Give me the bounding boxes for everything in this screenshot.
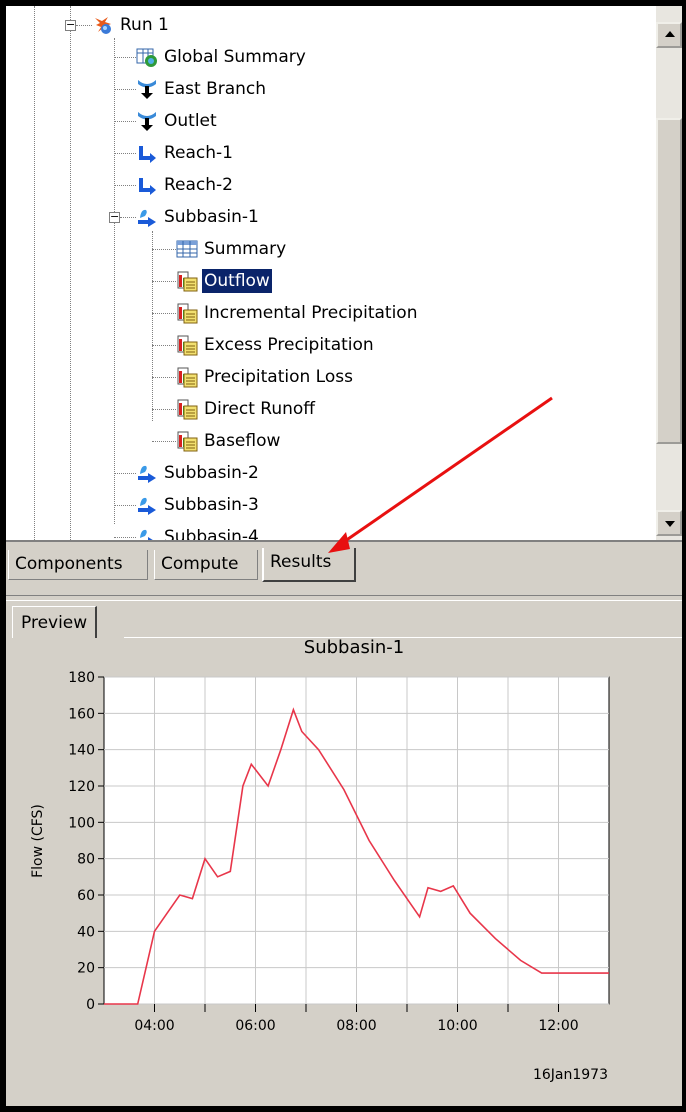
annotation-arrowhead <box>328 532 350 553</box>
annotation-arrow-line <box>334 396 553 550</box>
annotation-overlay <box>328 396 553 553</box>
